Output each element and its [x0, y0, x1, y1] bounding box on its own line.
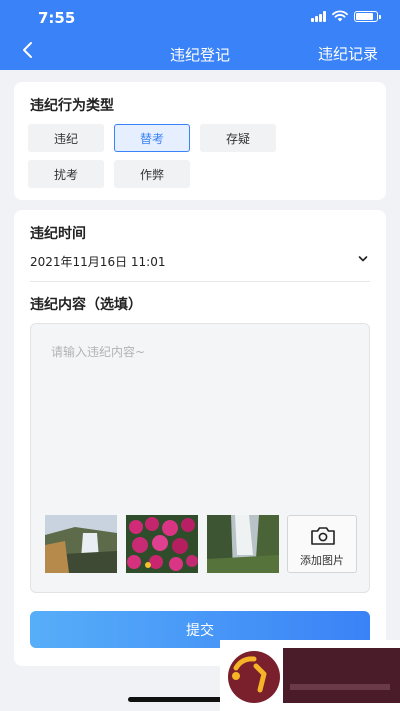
violation-content-input[interactable]: 请输入违纪内容~ 添加图片 — [30, 323, 370, 593]
tag-disturb[interactable]: 扰考 — [28, 160, 104, 188]
wifi-icon — [332, 10, 348, 22]
photo-thumbnail-3[interactable] — [207, 515, 279, 573]
chevron-down-icon — [358, 256, 368, 262]
tag-cheat[interactable]: 作弊 — [114, 160, 190, 188]
content-placeholder: 请输入违纪内容~ — [51, 345, 146, 359]
violation-type-card: 违纪行为类型 违纪 替考 存疑 扰考 作弊 — [14, 82, 386, 200]
divider — [30, 281, 370, 282]
violation-detail-card: 违纪时间 2021年11月16日 11:01 违纪内容（选填） 请输入违纪内容~ — [14, 210, 386, 666]
watermark-banner — [283, 648, 400, 703]
photo-thumbnail-2[interactable] — [126, 515, 198, 573]
nav-header: 7:55 违纪登记 违纪记录 — [0, 0, 400, 70]
time-picker[interactable]: 2021年11月16日 11:01 — [30, 246, 370, 282]
tag-substitute[interactable]: 替考 — [114, 124, 190, 152]
add-photo-label: 添加图片 — [300, 554, 344, 567]
photo-thumbnail-1[interactable] — [45, 515, 117, 573]
add-photo-button[interactable]: 添加图片 — [287, 515, 357, 573]
logo-emblem-icon — [228, 651, 280, 703]
watermark-logo — [220, 640, 400, 711]
time-value: 2021年11月16日 11:01 — [30, 255, 166, 269]
battery-icon — [354, 10, 381, 22]
signal-icon — [311, 10, 326, 22]
status-icons — [311, 10, 381, 22]
violation-content-title: 违纪内容（选填） — [30, 297, 142, 313]
violation-time-title: 违纪时间 — [30, 226, 86, 242]
tag-violation[interactable]: 违纪 — [28, 124, 104, 152]
status-time: 7:55 — [38, 9, 76, 27]
tag-suspicious[interactable]: 存疑 — [200, 124, 276, 152]
camera-icon — [311, 527, 335, 545]
violation-type-title: 违纪行为类型 — [30, 98, 114, 114]
watermark-text-bar — [290, 684, 390, 690]
violation-records-button[interactable]: 违纪记录 — [318, 43, 378, 64]
